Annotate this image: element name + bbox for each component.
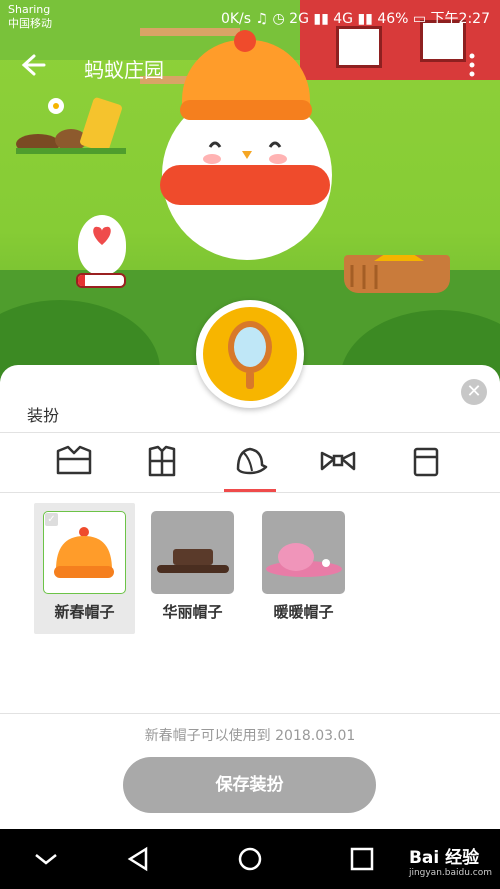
recents-square-icon[interactable] xyxy=(342,843,382,875)
status-right: 0K/s ♫ ◷ 2G ▮▮ 4G ▮▮ 46% ▭ 下午2:27 xyxy=(220,11,490,27)
brown-hat-icon xyxy=(157,549,229,573)
mirror-button[interactable] xyxy=(196,300,304,408)
jacket-icon xyxy=(148,445,176,477)
item-thumbnail xyxy=(262,511,345,594)
tab-bag[interactable] xyxy=(399,443,453,487)
home-circle-icon[interactable] xyxy=(230,843,270,875)
item-thumbnail xyxy=(151,511,234,594)
egg[interactable] xyxy=(78,215,126,275)
food-pile xyxy=(350,245,424,289)
item-label: 华丽帽子 xyxy=(162,603,223,621)
arrow-left-icon[interactable] xyxy=(20,50,48,86)
item-label: 暖暖帽子 xyxy=(273,603,334,621)
chicken-hat-band xyxy=(180,100,312,120)
back-triangle-icon[interactable] xyxy=(118,843,158,875)
hat-item-gorgeous[interactable]: 华丽帽子 xyxy=(142,503,243,634)
selected-checkbox: ✓ xyxy=(45,513,58,526)
hat-icon xyxy=(236,447,268,475)
pink-hat-icon xyxy=(266,543,342,577)
divider xyxy=(0,492,500,493)
chevron-down-icon[interactable] xyxy=(26,843,66,875)
top-bar: 蚂蚁庄园 xyxy=(0,48,500,88)
food-bowl[interactable] xyxy=(344,245,450,293)
chicken-face xyxy=(203,141,287,164)
tab-shirt[interactable] xyxy=(47,443,101,487)
hat-item-new-year[interactable]: ✓ 新春帽子 xyxy=(34,503,135,634)
system-nav-bar: Bai 经验 jingyan.baidu.com xyxy=(0,829,500,889)
carrier-info: Sharing 中国移动 xyxy=(8,3,52,31)
mirror-button-face xyxy=(203,307,297,401)
mirror-icon xyxy=(228,321,272,389)
egg-progress-bar: 15% xyxy=(76,273,126,288)
carrier-bottom: 中国移动 xyxy=(8,17,52,30)
item-label: 新春帽子 xyxy=(54,603,115,621)
status-bar: Sharing 中国移动 0K/s ♫ ◷ 2G ▮▮ 4G ▮▮ 46% ▭ … xyxy=(0,0,500,36)
heart-icon xyxy=(93,226,111,245)
garden-decoration xyxy=(16,97,126,154)
hat-item-warm[interactable]: 暖暖帽子 xyxy=(253,503,354,634)
bowtie-icon xyxy=(320,451,356,471)
panel-title: 装扮 xyxy=(27,406,60,425)
watermark-main: Bai 经验 xyxy=(408,848,480,868)
more-vertical-icon[interactable] xyxy=(468,52,476,83)
divider xyxy=(0,713,500,714)
tab-bowtie[interactable] xyxy=(311,443,365,487)
close-icon[interactable]: ✕ xyxy=(461,379,487,405)
save-outfit-button[interactable]: 保存装扮 xyxy=(123,757,376,813)
carrier-top: Sharing xyxy=(8,3,51,16)
tab-jacket[interactable] xyxy=(135,443,189,487)
tab-hat[interactable] xyxy=(223,443,277,487)
baidu-watermark: Bai 经验 jingyan.baidu.com xyxy=(409,843,492,878)
watermark-sub: jingyan.baidu.com xyxy=(408,868,492,878)
page-title: 蚂蚁庄园 xyxy=(84,58,164,82)
egg-progress-label: 15% xyxy=(90,275,111,285)
expiry-text: 新春帽子可以使用到 2018.03.01 xyxy=(144,728,356,744)
shirt-icon xyxy=(56,445,92,475)
divider xyxy=(0,432,500,433)
bag-icon xyxy=(413,447,439,477)
